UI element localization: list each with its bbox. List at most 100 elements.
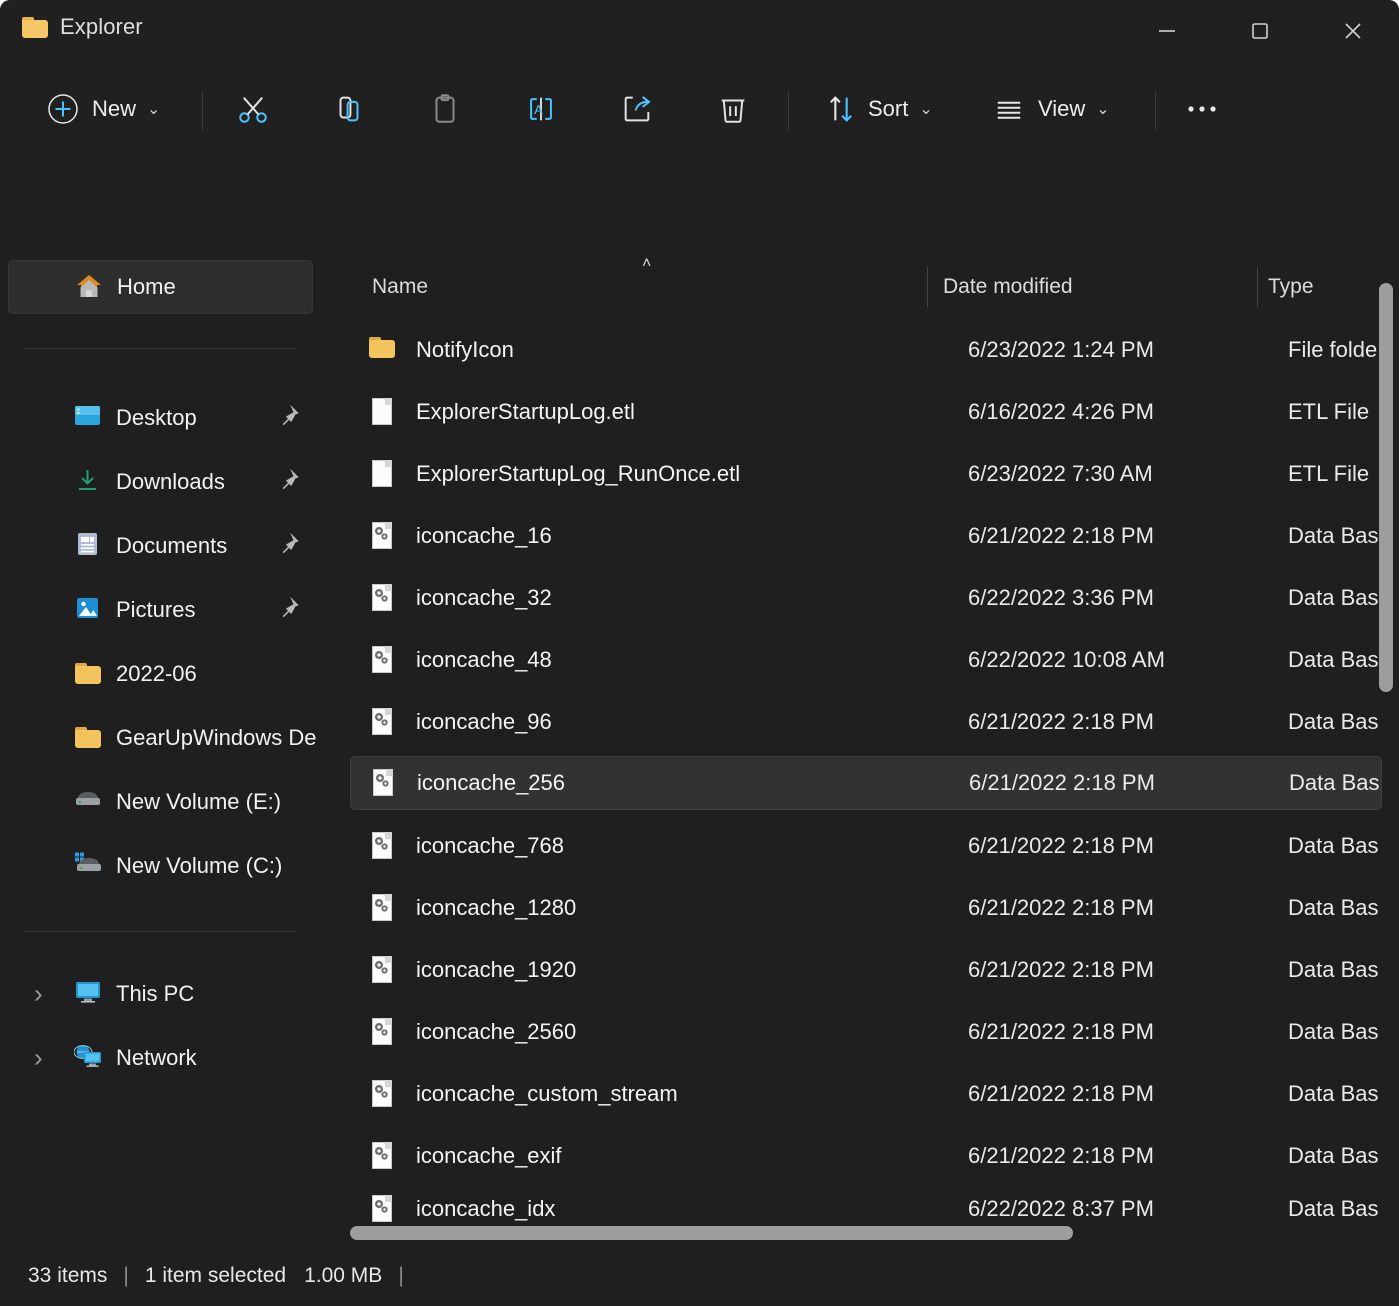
column-header-date-modified[interactable]: Date modified <box>943 275 1073 299</box>
table-row[interactable]: iconcache_48 6/22/2022 10:08 AM Data Bas <box>350 633 1382 687</box>
maximize-button[interactable] <box>1213 0 1306 62</box>
gear-file-icon <box>368 1140 396 1172</box>
sidebar-item-downloads[interactable]: Downloads <box>8 455 313 509</box>
selection-count: 1 item selected <box>144 1264 287 1287</box>
column-header-name[interactable]: Name <box>372 275 428 299</box>
sidebar-item-home[interactable]: Home <box>8 260 313 314</box>
new-button[interactable]: New ⌄ <box>30 79 176 139</box>
sort-button[interactable]: Sort ⌄ <box>810 79 947 139</box>
file-type: Data Bas <box>1288 523 1379 548</box>
scissors-icon <box>239 97 267 123</box>
window-title: Explorer <box>60 14 143 39</box>
file-type: Data Bas <box>1288 895 1379 920</box>
file-name: ExplorerStartupLog_RunOnce.etl <box>416 461 741 486</box>
clipboard-paste-icon <box>435 94 455 123</box>
rename-button[interactable]: A <box>510 79 572 139</box>
table-row[interactable]: ExplorerStartupLog_RunOnce.etl 6/23/2022… <box>350 447 1382 501</box>
file-date: 6/21/2022 2:18 PM <box>968 1143 1154 1168</box>
file-date: 6/22/2022 3:36 PM <box>968 585 1154 610</box>
gear-file-icon <box>368 706 396 738</box>
folder-icon <box>22 16 48 38</box>
horizontal-scrollbar-thumb[interactable] <box>350 1226 1073 1240</box>
table-row[interactable]: iconcache_idx 6/22/2022 8:37 PM Data Bas <box>350 1191 1382 1227</box>
chevron-down-icon: ⌄ <box>919 101 933 118</box>
paste-button[interactable] <box>414 79 476 139</box>
table-row[interactable]: iconcache_32 6/22/2022 3:36 PM Data Bas <box>350 571 1382 625</box>
table-row[interactable]: iconcache_1280 6/21/2022 2:18 PM Data Ba… <box>350 881 1382 935</box>
pin-icon[interactable] <box>275 467 301 498</box>
sidebar-item-desktop-label: Desktop <box>116 405 197 430</box>
picture-icon <box>74 596 104 624</box>
column-divider-2[interactable] <box>1257 267 1258 307</box>
file-name: iconcache_96 <box>416 709 552 734</box>
close-button[interactable] <box>1306 0 1399 62</box>
sidebar-item-documents[interactable]: Documents <box>8 519 313 573</box>
command-bar: New ⌄ A Sort ⌄ View ⌄ <box>0 62 1399 157</box>
vertical-scrollbar-thumb[interactable] <box>1379 283 1393 692</box>
table-row[interactable]: ExplorerStartupLog.etl 6/16/2022 4:26 PM… <box>350 385 1382 439</box>
file-date: 6/21/2022 2:18 PM <box>968 833 1154 858</box>
sidebar-item-home-label: Home <box>117 274 176 299</box>
table-row[interactable]: iconcache_768 6/21/2022 2:18 PM Data Bas <box>350 819 1382 873</box>
file-type: Data Bas <box>1288 957 1379 982</box>
column-header-type[interactable]: Type <box>1268 275 1314 299</box>
gear-file-icon <box>368 830 396 862</box>
file-name: NotifyIcon <box>416 337 514 362</box>
table-row[interactable]: iconcache_96 6/21/2022 2:18 PM Data Bas <box>350 695 1382 749</box>
sidebar-divider-2 <box>24 931 296 932</box>
see-more-button[interactable] <box>1172 79 1232 139</box>
file-name: iconcache_exif <box>416 1143 562 1168</box>
pin-icon[interactable] <box>275 595 301 626</box>
table-row-selected[interactable]: iconcache_256 6/21/2022 2:18 PM Data Bas <box>350 756 1382 810</box>
table-row[interactable]: NotifyIcon 6/23/2022 1:24 PM File folde <box>350 323 1382 377</box>
table-row[interactable]: iconcache_exif 6/21/2022 2:18 PM Data Ba… <box>350 1129 1382 1183</box>
column-divider-1[interactable] <box>927 267 928 307</box>
status-divider: | <box>398 1264 404 1287</box>
svg-text:A: A <box>534 102 543 117</box>
table-row[interactable]: iconcache_16 6/21/2022 2:18 PM Data Bas <box>350 509 1382 563</box>
home-icon <box>75 273 105 301</box>
file-type: ETL File <box>1288 399 1370 424</box>
drive-icon <box>74 788 104 816</box>
file-icon <box>368 396 396 428</box>
chevron-right-icon[interactable]: › <box>34 1043 43 1074</box>
pin-icon[interactable] <box>275 403 301 434</box>
minimize-button[interactable] <box>1120 0 1213 62</box>
monitor-icon <box>74 980 104 1008</box>
gear-file-icon <box>368 520 396 552</box>
rename-icon: A <box>530 97 552 121</box>
item-count: 33 items <box>28 1264 108 1287</box>
network-icon <box>73 1044 104 1072</box>
file-date: 6/23/2022 1:24 PM <box>968 337 1154 362</box>
desktop-icon <box>74 404 104 432</box>
gear-file-icon <box>368 1016 396 1048</box>
explorer-window: Explorer New ⌄ A Sort ⌄ View ⌄ Home Desk… <box>0 0 1399 1306</box>
sidebar-item-gearupwindows[interactable]: GearUpWindows De <box>8 711 317 765</box>
sidebar-item-new-volume-e[interactable]: New Volume (E:) <box>8 775 313 829</box>
table-row[interactable]: iconcache_2560 6/21/2022 2:18 PM Data Ba… <box>350 1005 1382 1059</box>
sidebar-item-desktop[interactable]: Desktop <box>8 391 313 445</box>
file-date: 6/22/2022 10:08 AM <box>968 647 1165 672</box>
share-button[interactable] <box>606 79 668 139</box>
horizontal-scrollbar[interactable] <box>350 1226 1382 1240</box>
file-date: 6/21/2022 2:18 PM <box>968 709 1154 734</box>
share-icon <box>624 96 651 122</box>
chevron-right-icon[interactable]: › <box>34 979 43 1010</box>
file-type: Data Bas <box>1288 585 1379 610</box>
new-button-label: New <box>92 96 137 121</box>
table-row[interactable]: iconcache_custom_stream 6/21/2022 2:18 P… <box>350 1067 1382 1121</box>
sidebar-item-pictures[interactable]: Pictures <box>8 583 313 637</box>
sidebar-item-new-volume-c[interactable]: New Volume (C:) <box>8 839 313 893</box>
vertical-scrollbar[interactable] <box>1379 283 1393 1236</box>
delete-button[interactable] <box>702 79 764 139</box>
cut-button[interactable] <box>222 79 284 139</box>
copy-icon <box>339 96 359 122</box>
view-button[interactable]: View ⌄ <box>978 79 1124 139</box>
table-row[interactable]: iconcache_1920 6/21/2022 2:18 PM Data Ba… <box>350 943 1382 997</box>
copy-button[interactable] <box>318 79 380 139</box>
pin-icon[interactable] <box>275 531 301 562</box>
file-name: iconcache_idx <box>416 1196 556 1221</box>
sidebar-item-2022-06[interactable]: 2022-06 <box>8 647 313 701</box>
sidebar-item-network[interactable]: › Network <box>8 1031 313 1085</box>
sidebar-item-this-pc[interactable]: › This PC <box>8 967 313 1021</box>
